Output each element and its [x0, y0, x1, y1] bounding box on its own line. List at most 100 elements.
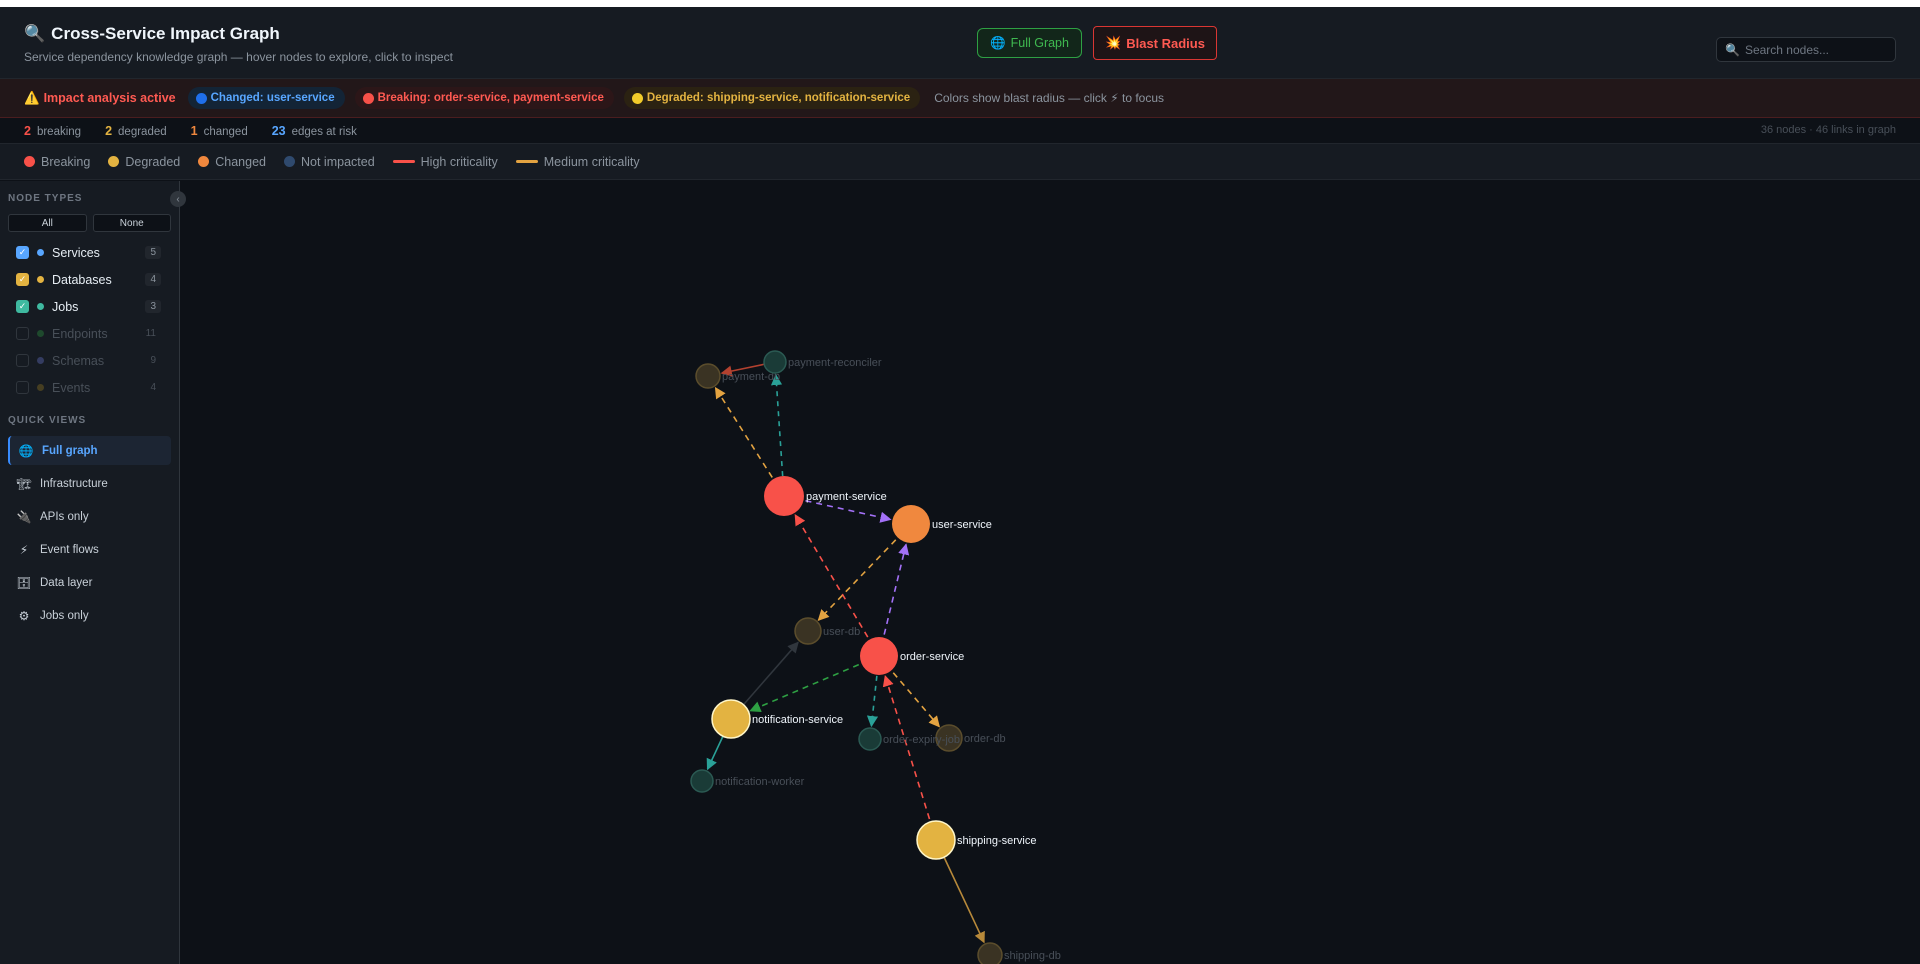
type-row-events[interactable]: Events 4 — [0, 374, 179, 401]
node-order-service[interactable]: order-service — [860, 637, 964, 675]
cabinet-icon: 🗄 — [16, 575, 32, 590]
node-circle[interactable] — [711, 699, 751, 739]
blast-radius-button-label: Blast Radius — [1126, 35, 1205, 51]
quick-view-label: Jobs only — [40, 609, 89, 622]
select-all-none: All None — [0, 214, 179, 232]
node-circle[interactable] — [794, 617, 822, 645]
node-circle[interactable] — [860, 637, 898, 675]
endpoints-checkbox[interactable] — [16, 327, 29, 340]
legend-medium: Medium criticality — [515, 155, 640, 169]
blast-radius-button[interactable]: 💥 Blast Radius — [1093, 26, 1217, 60]
legend-breaking: Breaking — [24, 155, 90, 169]
node-payment-reconciler[interactable]: payment-reconciler — [763, 350, 882, 374]
search-box: 🔍 — [1716, 37, 1896, 62]
node-label: notification-worker — [715, 776, 805, 788]
full-graph-button-label: Full Graph — [1010, 36, 1069, 50]
node-notification-worker[interactable]: notification-worker — [690, 769, 805, 793]
node-circle[interactable] — [690, 769, 714, 793]
schemas-checkbox[interactable] — [16, 354, 29, 367]
view-toggle: 🌐 Full Graph 💥 Blast Radius — [977, 26, 1217, 60]
select-all-button[interactable]: All — [8, 214, 87, 232]
edge-shipping-service-to-order-service[interactable] — [882, 674, 937, 841]
top-strip — [0, 0, 1920, 7]
type-row-services[interactable]: ✓ Services 5 — [0, 239, 179, 266]
quick-views-heading: QUICK VIEWS — [8, 415, 87, 426]
legend-changed: Changed — [198, 155, 266, 169]
node-circle[interactable] — [977, 942, 1003, 964]
node-payment-service[interactable]: payment-service — [764, 476, 887, 516]
services-checkbox[interactable]: ✓ — [16, 246, 29, 259]
type-count: 4 — [145, 273, 161, 286]
degraded-swatch — [108, 156, 120, 167]
node-circle[interactable] — [764, 476, 804, 516]
node-circle[interactable] — [916, 820, 956, 860]
changed-pill[interactable]: Changed: user-service — [187, 87, 345, 109]
services-dot — [37, 249, 44, 256]
search-input[interactable] — [1744, 42, 1885, 57]
stat-edges: 23 edges at risk — [272, 124, 357, 138]
graph-summary: 36 nodes · 46 links in graph — [1760, 124, 1896, 136]
quick-view-label: Infrastructure — [40, 477, 108, 490]
type-count: 5 — [145, 246, 161, 259]
quick-view-label: Data layer — [40, 576, 93, 589]
type-row-schemas[interactable]: Schemas 9 — [0, 347, 179, 374]
legend-breaking-label: Breaking — [41, 154, 91, 169]
globe-icon: 🌐 — [990, 35, 1006, 50]
node-notification-service[interactable]: notification-service — [711, 699, 843, 739]
degraded-pill-label: Degraded: shipping-service, notification… — [646, 92, 911, 104]
node-shipping-db[interactable]: shipping-db — [977, 942, 1061, 964]
edge-order-service-to-notification-service[interactable] — [749, 655, 880, 712]
quick-view-full-graph[interactable]: 🌐 Full graph — [8, 436, 171, 465]
app-header: 🔍 Cross-Service Impact Graph Service dep… — [0, 7, 1920, 79]
node-type-list: ✓ Services 5 ✓ Databases 4 ✓ Jobs 3 Endp… — [0, 239, 179, 401]
legend-high-label: High criticality — [420, 154, 498, 169]
node-circle[interactable] — [763, 350, 787, 374]
quick-view-infrastructure[interactable]: 🏗 Infrastructure — [8, 469, 171, 498]
jobs-checkbox[interactable]: ✓ — [16, 300, 29, 313]
events-checkbox[interactable] — [16, 381, 29, 394]
databases-checkbox[interactable]: ✓ — [16, 273, 29, 286]
legend-high: High criticality — [392, 154, 498, 169]
warning-icon: ⚠️ — [24, 90, 40, 105]
node-circle[interactable] — [858, 727, 882, 751]
node-user-db[interactable]: user-db — [794, 617, 860, 645]
edge-user-service-to-user-db[interactable] — [817, 523, 912, 622]
search-icon: 🔍 — [1725, 42, 1740, 57]
blue-circle-icon — [195, 92, 207, 104]
node-label: shipping-db — [1004, 950, 1061, 962]
select-none-button[interactable]: None — [92, 214, 171, 232]
type-row-endpoints[interactable]: Endpoints 11 — [0, 320, 179, 347]
quick-view-jobs[interactable]: ⚙ Jobs only — [8, 601, 171, 630]
degraded-pill[interactable]: Degraded: shipping-service, notification… — [623, 87, 921, 109]
stat-edges-count: 23 — [271, 123, 286, 138]
legend-degraded-label: Degraded — [125, 154, 181, 169]
full-graph-button[interactable]: 🌐 Full Graph — [977, 28, 1082, 58]
node-label: order-db — [964, 733, 1006, 745]
main-area: ‹ NODE TYPES All None ✓ Services 5 ✓ Dat… — [0, 181, 1920, 964]
magnifier-icon: 🔍 — [24, 24, 46, 43]
construction-icon: 🏗 — [16, 476, 32, 491]
type-row-jobs[interactable]: ✓ Jobs 3 — [0, 293, 179, 320]
quick-view-event-flows[interactable]: ⚡ Event flows — [8, 535, 171, 564]
page-subtitle: Service dependency knowledge graph — hov… — [24, 50, 453, 64]
page-title: 🔍 Cross-Service Impact Graph — [24, 24, 280, 44]
legend-changed-label: Changed — [215, 154, 266, 169]
gear-icon: ⚙ — [18, 608, 30, 623]
node-circle[interactable] — [695, 363, 721, 389]
breaking-pill-label: Breaking: order-service, payment-service — [377, 92, 604, 104]
dependency-graph[interactable]: payment-service user-service order-service… — [180, 181, 1920, 964]
impact-banner: ⚠️ Impact analysis active Changed: user-… — [0, 79, 1920, 118]
node-user-service[interactable]: user-service — [892, 505, 992, 543]
node-circle[interactable] — [892, 505, 930, 543]
plug-icon: 🔌 — [16, 509, 32, 524]
quick-view-data-layer[interactable]: 🗄 Data layer — [8, 568, 171, 597]
type-count: 11 — [145, 328, 156, 339]
node-types-heading: NODE TYPES — [8, 193, 83, 204]
quick-view-apis[interactable]: 🔌 APIs only — [8, 502, 171, 531]
breaking-pill[interactable]: Breaking: order-service, payment-service — [354, 87, 614, 109]
legend-degraded: Degraded — [108, 155, 180, 169]
node-shipping-service[interactable]: shipping-service — [916, 820, 1036, 860]
type-label: Services — [52, 245, 100, 260]
type-row-databases[interactable]: ✓ Databases 4 — [0, 266, 179, 293]
stats-bar: 2 breaking 2 degraded 1 changed 23 edges… — [0, 118, 1920, 144]
